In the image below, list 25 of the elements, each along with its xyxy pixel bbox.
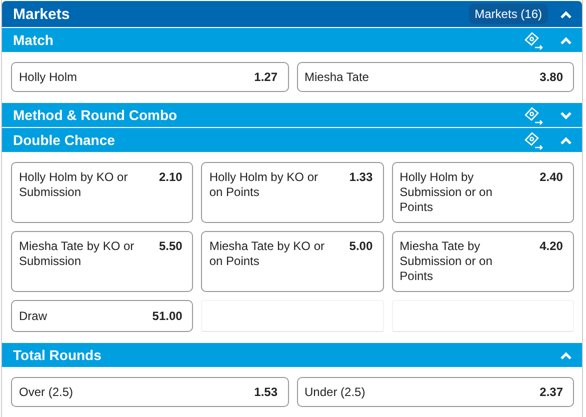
section-title: Match [13,32,54,48]
chevron-up-icon[interactable] [560,10,572,18]
banknote-arrow-icon[interactable] [524,106,544,124]
chevron-up-icon[interactable] [560,36,572,44]
odds-button[interactable]: Holly Holm by KO or Submission 2.10 [11,162,194,223]
odds-button[interactable]: Holly Holm by Submission or on Points 2.40 [392,162,574,223]
chevron-up-icon[interactable] [560,350,572,360]
odds-button[interactable]: Draw 51.00 [11,300,194,332]
section-title: Total Rounds [13,347,102,363]
odds-button[interactable]: Holly Holm 1.27 [11,62,288,92]
odds-button[interactable]: Under (2.5) 2.37 [296,377,574,407]
chevron-up-icon[interactable] [560,136,572,144]
odds-button[interactable]: Miesha Tate by KO or Submission 5.50 [11,231,194,292]
section-title: Method & Round Combo [13,107,178,123]
header-title: Markets [13,6,71,22]
odds-button[interactable]: Miesha Tate by KO or on Points 5.00 [201,231,384,292]
banknote-arrow-icon[interactable] [524,30,544,50]
markets-count-badge: Markets (16) [468,4,548,24]
odds-button[interactable]: Holly Holm by KO or on Points 1.33 [201,162,384,223]
chevron-down-icon[interactable] [560,110,572,120]
odds-button[interactable]: Miesha Tate by Submission or on Points 4.20 [392,231,574,292]
section-title: Double Chance [13,132,116,148]
banknote-arrow-icon[interactable] [524,130,544,150]
odds-button[interactable]: Over (2.5) 1.53 [11,377,288,407]
odds-button[interactable]: Miesha Tate 3.80 [296,62,574,92]
